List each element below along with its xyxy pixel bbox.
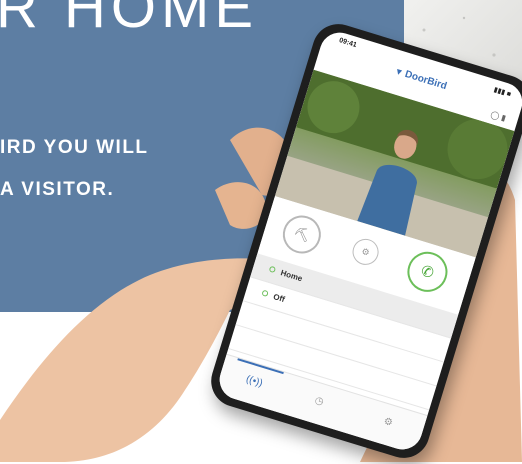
header-actions[interactable]: ◯ ▮ (489, 110, 507, 123)
settings-icon[interactable]: ⚙ (382, 416, 394, 429)
chat-icon[interactable]: ◯ (489, 110, 500, 121)
status-dot-icon (268, 265, 277, 274)
bird-icon: ▼ (393, 65, 405, 78)
history-icon[interactable]: ◷ (313, 395, 325, 408)
status-time: 09:41 (338, 37, 358, 50)
status-dot-icon (261, 289, 269, 298)
phone-icon[interactable]: ✆ (402, 246, 453, 297)
settings-icon[interactable]: ⚙ (349, 235, 382, 269)
key-icon[interactable]: ⛏ (278, 210, 326, 259)
list-item-label: Off (272, 292, 286, 305)
broadcast-icon[interactable]: ((•)) (245, 374, 264, 389)
bars-icon[interactable]: ▮ (500, 113, 507, 123)
list-item-label: Home (279, 268, 304, 284)
